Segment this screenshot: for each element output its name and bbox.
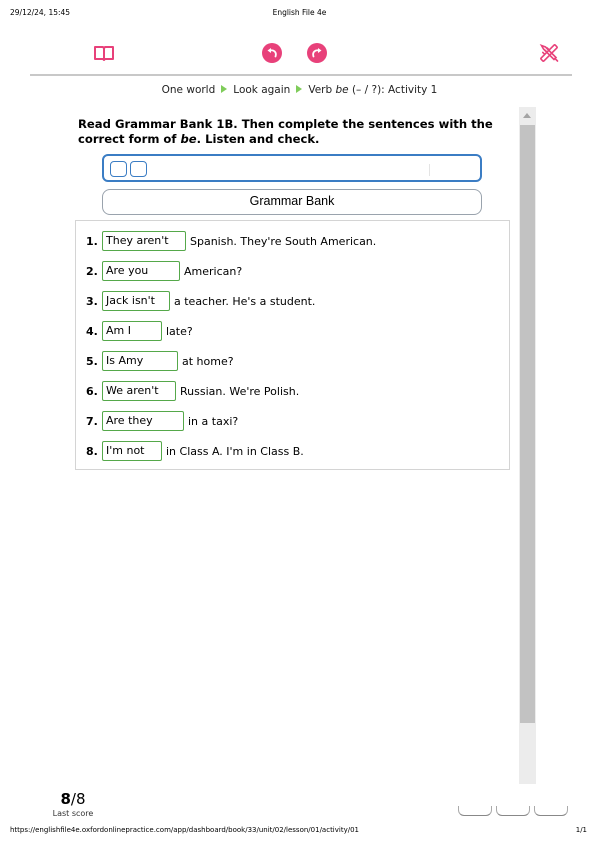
print-page-number: 1/1: [575, 826, 587, 834]
question-7: 7. Are they in a taxi?: [86, 411, 238, 431]
question-1: 1. They aren't Spanish. They're South Am…: [86, 231, 376, 251]
breadcrumb-item-look-again[interactable]: Look again: [233, 84, 290, 96]
question-number: 4.: [86, 324, 98, 338]
book-icon[interactable]: [93, 42, 115, 64]
breadcrumb-current: Verb be (– / ?): Activity 1: [308, 84, 438, 96]
breadcrumb-item-one-world[interactable]: One world: [162, 84, 216, 96]
answer-field[interactable]: We aren't: [102, 381, 176, 401]
audio-progress-track[interactable]: [429, 164, 430, 176]
question-number: 2.: [86, 264, 98, 278]
answer-field[interactable]: Are you: [102, 261, 180, 281]
footer-nav-button-1[interactable]: [458, 806, 492, 816]
answer-field[interactable]: Jack isn't: [102, 291, 170, 311]
tools-icon[interactable]: [538, 42, 560, 64]
print-title: English File 4e: [272, 8, 327, 17]
question-2: 2. Are you American?: [86, 261, 242, 281]
answer-field[interactable]: They aren't: [102, 231, 186, 251]
redo-icon[interactable]: [306, 42, 328, 64]
scrollbar[interactable]: [519, 107, 536, 784]
answer-field[interactable]: Am I: [102, 321, 162, 341]
score-value: 8/8: [60, 790, 86, 808]
score-label: Last score: [52, 809, 94, 818]
question-number: 3.: [86, 294, 98, 308]
question-number: 6.: [86, 384, 98, 398]
answer-field[interactable]: I'm not: [102, 441, 162, 461]
question-text: in a taxi?: [188, 414, 239, 428]
question-5: 5. Is Amy at home?: [86, 351, 234, 371]
toolbar: [30, 36, 572, 76]
grammar-bank-button[interactable]: Grammar Bank: [102, 189, 482, 215]
question-6: 6. We aren't Russian. We're Polish.: [86, 381, 299, 401]
question-3: 3. Jack isn't a teacher. He's a student.: [86, 291, 315, 311]
breadcrumb-separator-icon: [296, 85, 303, 93]
answer-field[interactable]: Is Amy: [102, 351, 178, 371]
scrollbar-thumb[interactable]: [520, 125, 535, 723]
scroll-up-arrow-icon[interactable]: [523, 113, 531, 118]
question-text: a teacher. He's a student.: [174, 294, 316, 308]
question-text: in Class A. I'm in Class B.: [166, 444, 304, 458]
question-number: 8.: [86, 444, 98, 458]
question-text: Spanish. They're South American.: [190, 234, 377, 248]
footer-nav-button-2[interactable]: [496, 806, 530, 816]
print-footer-url: https://englishfile4e.oxfordonlinepracti…: [10, 826, 359, 834]
question-text: late?: [166, 324, 193, 338]
question-text: Russian. We're Polish.: [180, 384, 300, 398]
question-number: 7.: [86, 414, 98, 428]
answer-field[interactable]: Are they: [102, 411, 184, 431]
question-text: at home?: [182, 354, 234, 368]
question-4: 4. Am I late?: [86, 321, 193, 341]
questions-panel: 1. They aren't Spanish. They're South Am…: [75, 220, 510, 470]
audio-player: [102, 154, 482, 182]
print-header: 29/12/24, 15:45 English File 4e: [0, 8, 599, 22]
question-number: 1.: [86, 234, 98, 248]
question-8: 8. I'm not in Class A. I'm in Class B.: [86, 441, 304, 461]
question-number: 5.: [86, 354, 98, 368]
score-box: 8/8 Last score: [48, 790, 98, 818]
question-text: American?: [184, 264, 243, 278]
breadcrumb-separator-icon: [221, 85, 228, 93]
breadcrumb: One world Look again Verb be (– / ?): Acti…: [0, 84, 599, 96]
activity-instructions: Read Grammar Bank 1B. Then complete the …: [78, 117, 493, 146]
audio-stop-button[interactable]: [130, 161, 147, 177]
audio-play-button[interactable]: [110, 161, 127, 177]
footer-nav-button-3[interactable]: [534, 806, 568, 816]
undo-icon[interactable]: [261, 42, 283, 64]
